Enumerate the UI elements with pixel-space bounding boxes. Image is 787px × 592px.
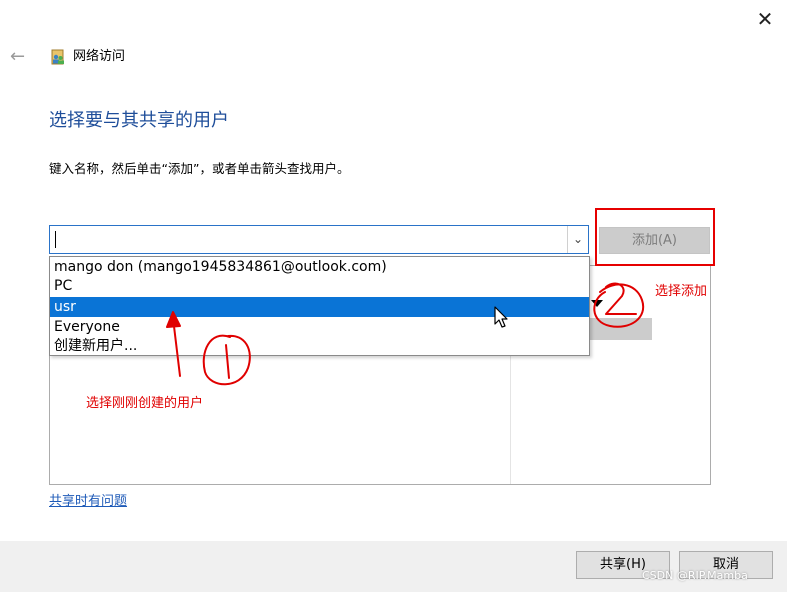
sharing-help-link[interactable]: 共享时有问题 xyxy=(49,493,127,511)
annotation-arrowhead xyxy=(166,311,181,328)
annotation-digit-one xyxy=(225,344,230,379)
annotation-circle-two xyxy=(593,283,645,328)
annotation-select-user: 选择刚刚创建的用户 xyxy=(86,396,204,411)
watermark-text: CSDN @RIP.Mamba xyxy=(642,569,748,582)
annotation-select-add: 选择添加 xyxy=(655,284,708,299)
